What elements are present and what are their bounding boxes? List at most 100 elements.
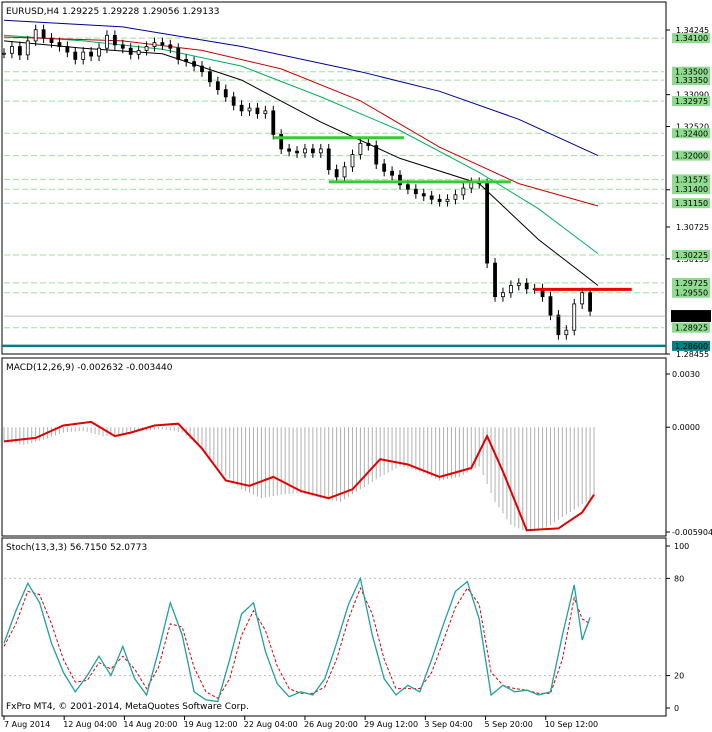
candle-body [239,104,244,112]
time-axis: 7 Aug 2014 12 Aug 04:00 14 Aug 20:00 19 Aug… [3,716,598,729]
candle-body [390,170,394,176]
candle-body [112,34,117,46]
candle-body [41,29,46,39]
candle-body [105,34,109,49]
moving-average-line [3,34,599,254]
candle-body [572,303,577,331]
stoch-tick-label: 80 [674,574,684,583]
candle-body [231,96,236,106]
level-label: 1.28925 [675,324,708,333]
time-tick-label: 29 Aug 12:00 [364,720,418,729]
candle-body [223,89,228,98]
price-title: EURUSD,H4 1.29225 1.29228 1.29056 1.2913… [6,7,219,17]
moving-average-line [3,19,599,157]
candle-body [366,142,371,146]
time-tick-label: 3 Sep 04:00 [424,720,472,729]
candle-body [406,184,410,190]
candle-body [437,198,442,202]
macd-tick-label: 0.0000 [672,423,700,432]
candle-body [501,292,505,298]
level-label: 1.31150 [675,199,708,208]
macd-title: MACD(12,26,9) -0.002632 -0.003440 [6,363,173,373]
candle-body [350,154,355,168]
level-label: 1.31400 [675,185,708,194]
level-label: 1.31575 [675,175,708,184]
candle-body [485,183,490,264]
macd-tick-label: -0.005904 [672,528,712,537]
stoch-axis: 100 80 20 0 [666,542,689,713]
candle-body [65,46,70,53]
candle-body [445,198,450,202]
candle-body [247,107,252,112]
candle-body [208,71,212,83]
price-axis: 1.342451.330901.325201.313901.307251.301… [4,26,711,359]
candle-body [89,51,94,57]
candle-body [580,292,585,305]
candle-body [2,52,6,55]
candle-body [17,46,22,56]
horizontal-levels [2,37,666,348]
time-tick-label: 22 Aug 04:00 [244,720,298,729]
candle-body [453,194,458,200]
candle-body [318,148,323,154]
candle-body [136,50,141,55]
candle-body [342,166,347,178]
chart-canvas: 1.342451.330901.325201.313901.307251.301… [1,1,712,729]
level-label: 1.33350 [675,76,708,85]
candle-body [152,42,157,47]
macd-tick-label: 0.0030 [672,370,700,379]
candle-body [73,51,78,60]
footer-copyright: FxPro MT4, © 2001-2014, MetaQuotes Softw… [6,702,249,712]
candle-body [287,148,292,152]
candle-body [144,46,149,51]
candle-body [255,107,260,115]
level-label: 1.32000 [675,152,708,161]
stoch-lines [3,576,591,703]
candle-body [263,110,268,115]
moving-averages [3,19,599,286]
candle-body [516,282,521,286]
candle-body [81,51,86,60]
candle-body [97,47,101,57]
macd-axis: 0.0030 0.0000 -0.005904 [666,370,712,537]
level-label: 1.32975 [675,97,708,106]
candle-body [10,46,14,54]
time-tick-label: 14 Aug 20:00 [123,720,177,729]
candle-body [358,142,363,155]
time-tick-label: 7 Aug 2014 [4,720,50,729]
price-tick-label: 1.30725 [676,223,709,232]
candle-body [200,65,204,73]
candle-body [564,329,569,336]
level-label: 1.30225 [675,251,708,260]
candle-body [310,148,315,154]
time-tick-label: 12 Aug 04:00 [63,720,117,729]
candle-body [334,169,339,178]
candle-body [192,61,196,67]
candle-body [382,163,387,172]
macd-signal-path [3,420,595,532]
current-price-label: 1.29133 [674,312,707,321]
candle-body [461,187,466,196]
price-frame [1,1,667,355]
candle-body [374,145,379,165]
candle-body [33,29,38,42]
time-tick-label: 19 Aug 12:00 [184,720,238,729]
stoch-signal-path [3,586,591,699]
level-label: 1.28600 [675,342,708,351]
candle-body [184,58,189,63]
level-label: 1.34100 [675,34,708,43]
candle-body [556,314,561,336]
level-label: 1.29550 [675,289,708,298]
level-label: 1.29725 [675,279,708,288]
candle-body [295,150,299,154]
stoch-tick-label: 20 [674,672,684,681]
macd-signal-line [3,420,595,532]
time-tick-label: 5 Sep 20:00 [485,720,533,729]
price-tick-label: 1.28455 [676,350,709,359]
candle-body [49,37,54,44]
time-tick-label: 26 Aug 20:00 [304,720,358,729]
stoch-main-path [3,576,591,703]
candle-body [548,296,553,316]
stoch-frame [1,537,667,717]
stoch-tick-label: 0 [674,704,679,713]
